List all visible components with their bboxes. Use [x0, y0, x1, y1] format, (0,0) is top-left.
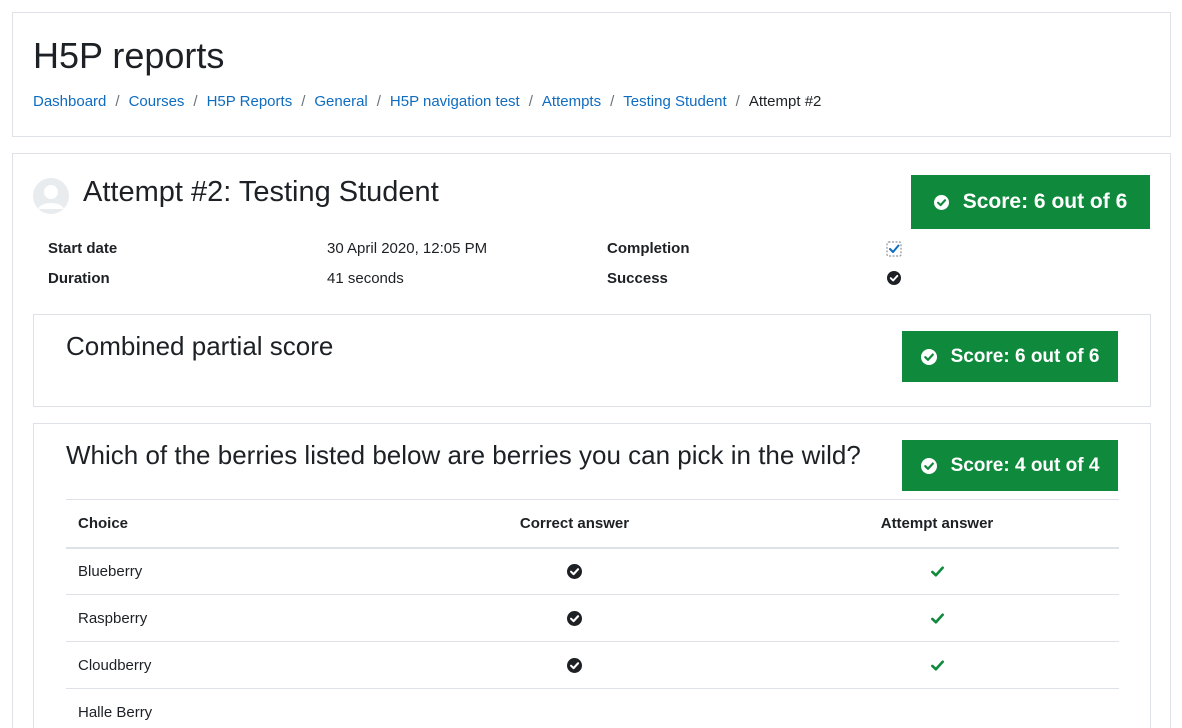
section-score-text: Score: 6 out of 6 — [950, 345, 1100, 367]
correct-answer-cell — [394, 547, 755, 595]
breadcrumb-h5p-reports[interactable]: H5P Reports — [207, 93, 293, 110]
avatar — [33, 178, 69, 214]
user-avatar-icon — [33, 178, 69, 214]
attempt-title: Attempt #2: Testing Student — [83, 176, 439, 208]
breadcrumb-dashboard[interactable]: Dashboard — [33, 93, 106, 110]
check-circle-icon — [567, 658, 582, 674]
attempt-answer-cell — [755, 594, 1119, 642]
page-header: H5P reports Dashboard / Courses / H5P Re… — [12, 12, 1171, 137]
table-row: Blueberry — [66, 547, 1119, 595]
breadcrumb-separator: / — [301, 93, 306, 110]
duration-value: 41 seconds — [327, 270, 404, 287]
choice-cell: Halle Berry — [66, 688, 394, 728]
question-title: Which of the berries listed below are be… — [66, 440, 861, 470]
attempt-score-badge: Score: 6 out of 6 — [911, 175, 1150, 229]
column-header-attempt-answer: Attempt answer — [755, 499, 1119, 549]
breadcrumb: Dashboard / Courses / H5P Reports / Gene… — [33, 93, 821, 110]
start-date-value: 30 April 2020, 12:05 PM — [327, 240, 488, 257]
checkmark-icon — [930, 660, 944, 671]
answers-table: Choice Correct answer Attempt answer Blu… — [66, 499, 1119, 728]
correct-answer-cell — [394, 594, 755, 642]
breadcrumb-current: Attempt #2 — [748, 93, 822, 110]
breadcrumb-general[interactable]: General — [314, 93, 367, 110]
checkmark-icon — [930, 566, 944, 577]
column-header-choice: Choice — [66, 499, 394, 549]
breadcrumb-separator: / — [610, 93, 615, 110]
breadcrumb-h5p-navigation-test[interactable]: H5P navigation test — [390, 93, 520, 110]
breadcrumb-courses[interactable]: Courses — [129, 93, 185, 110]
column-header-correct-answer: Correct answer — [394, 499, 755, 549]
attempt-report-card: Attempt #2: Testing Student Score: 6 out… — [12, 153, 1171, 728]
choice-cell: Blueberry — [66, 547, 394, 595]
choice-cell: Cloudberry — [66, 641, 394, 689]
checked-checkbox-icon — [886, 241, 902, 257]
table-row: Cloudberry — [66, 641, 1119, 689]
check-circle-icon — [567, 564, 582, 580]
breadcrumb-separator: / — [376, 93, 381, 110]
berries-question-section: Which of the berries listed below are be… — [33, 423, 1151, 728]
duration-label: Duration — [48, 270, 110, 287]
start-date-label: Start date — [48, 240, 118, 257]
completion-label: Completion — [607, 240, 690, 257]
breadcrumb-testing-student[interactable]: Testing Student — [623, 93, 726, 110]
page-title: H5P reports — [33, 35, 225, 76]
section-title: Combined partial score — [66, 331, 334, 361]
check-circle-icon — [920, 457, 937, 474]
choice-cell: Raspberry — [66, 594, 394, 642]
attempt-answer-cell — [755, 641, 1119, 689]
checkmark-icon — [930, 613, 944, 624]
check-circle-icon — [887, 271, 901, 285]
question-score-badge: Score: 4 out of 4 — [902, 440, 1118, 491]
table-header-row: Choice Correct answer Attempt answer — [66, 499, 1119, 549]
success-label: Success — [607, 270, 668, 287]
breadcrumb-separator: / — [193, 93, 198, 110]
table-row: Halle Berry — [66, 688, 1119, 728]
table-row: Raspberry — [66, 594, 1119, 642]
attempt-answer-cell — [755, 547, 1119, 595]
check-circle-icon — [567, 611, 582, 627]
breadcrumb-attempts[interactable]: Attempts — [542, 93, 601, 110]
check-circle-icon — [933, 194, 949, 210]
correct-answer-cell — [394, 688, 755, 728]
combined-partial-score-section: Combined partial score Score: 6 out of 6 — [33, 314, 1151, 407]
attempt-score-text: Score: 6 out of 6 — [962, 190, 1128, 213]
question-score-text: Score: 4 out of 4 — [950, 454, 1100, 476]
attempt-answer-cell — [755, 688, 1119, 728]
breadcrumb-separator: / — [115, 93, 120, 110]
breadcrumb-separator: / — [528, 93, 533, 110]
correct-answer-cell — [394, 641, 755, 689]
breadcrumb-separator: / — [735, 93, 740, 110]
section-score-badge: Score: 6 out of 6 — [902, 331, 1118, 382]
check-circle-icon — [920, 348, 937, 365]
